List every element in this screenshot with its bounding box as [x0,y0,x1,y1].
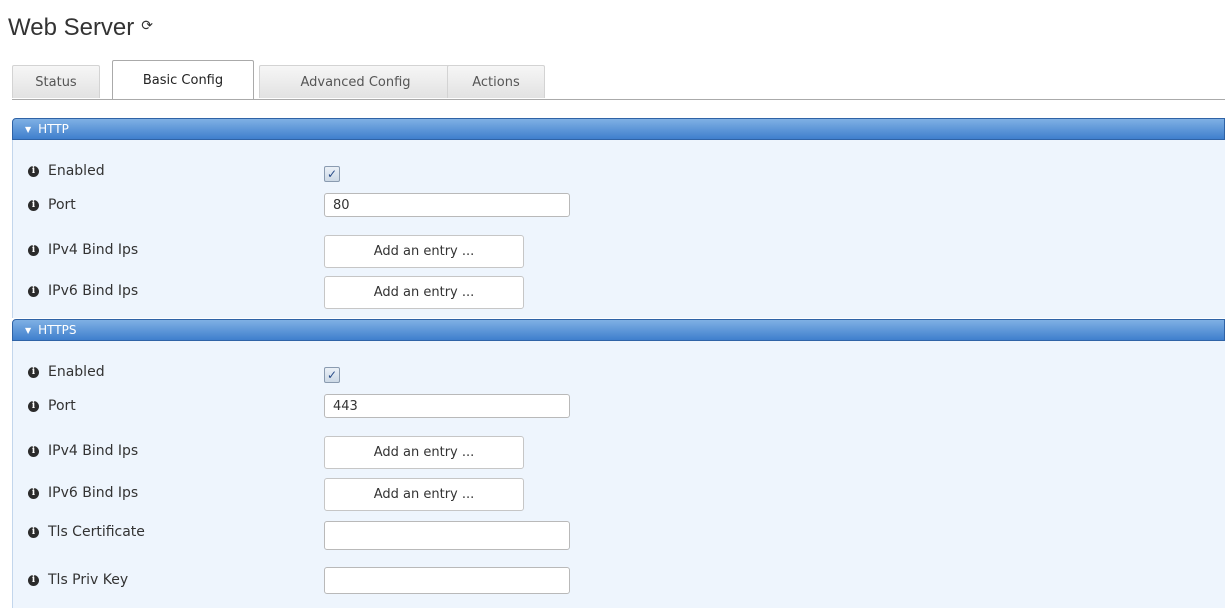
page-title-text: Web Server [8,14,135,41]
https-enabled-label: Enabled [48,364,105,380]
http-section-body: i Enabled ✓ i Port i IPv4 Bind Ips Add a… [12,140,1225,318]
tab-actions[interactable]: Actions [447,65,545,98]
refresh-icon[interactable]: ⟳ [141,17,153,34]
http-enabled-label: Enabled [48,163,105,179]
tab-status[interactable]: Status [12,65,100,98]
https-section-title: HTTPS [38,323,77,337]
https-section-header[interactable]: ▼ HTTPS [12,319,1225,341]
info-icon[interactable]: i [28,488,39,499]
https-ipv4-add-entry-button[interactable]: Add an entry ... [324,436,524,469]
https-enabled-row: i Enabled ✓ [13,363,1225,387]
http-port-label: Port [48,197,76,213]
http-enabled-row: i Enabled ✓ [13,162,1225,186]
https-ipv6-row: i IPv6 Bind Ips Add an entry ... [13,478,1225,511]
https-ipv4-label: IPv4 Bind Ips [48,443,139,459]
info-icon[interactable]: i [28,245,39,256]
http-ipv6-add-entry-button[interactable]: Add an entry ... [324,276,524,309]
https-key-input[interactable] [324,567,570,594]
http-section-header[interactable]: ▼ HTTP [12,118,1225,140]
https-ipv6-add-entry-button[interactable]: Add an entry ... [324,478,524,511]
info-icon[interactable]: i [28,166,39,177]
http-section-title: HTTP [38,122,69,136]
info-icon[interactable]: i [28,446,39,457]
info-icon[interactable]: i [28,367,39,378]
https-ipv4-row: i IPv4 Bind Ips Add an entry ... [13,436,1225,469]
http-ipv4-add-entry-button[interactable]: Add an entry ... [324,235,524,268]
info-icon[interactable]: i [28,527,39,538]
https-ipv6-label: IPv6 Bind Ips [48,485,139,501]
tab-basic-config[interactable]: Basic Config [112,60,254,99]
https-enabled-checkbox[interactable]: ✓ [324,367,340,383]
https-port-input[interactable] [324,394,570,418]
https-key-label: Tls Priv Key [48,572,129,588]
https-port-row: i Port [13,394,1225,421]
http-ipv4-row: i IPv4 Bind Ips Add an entry ... [13,235,1225,268]
caret-down-icon: ▼ [25,124,32,134]
http-enabled-checkbox[interactable]: ✓ [324,166,340,182]
https-cert-input[interactable] [324,521,570,550]
info-icon[interactable]: i [28,200,39,211]
caret-down-icon: ▼ [25,325,32,335]
http-port-input[interactable] [324,193,570,217]
https-cert-label: Tls Certificate [48,524,145,540]
tab-bar: Status Basic Config Advanced Config Acti… [12,60,1225,100]
https-cert-row: i Tls Certificate [13,521,1225,550]
info-icon[interactable]: i [28,286,39,297]
http-ipv4-label: IPv4 Bind Ips [48,242,139,258]
http-port-row: i Port [13,193,1225,220]
https-section-body: i Enabled ✓ i Port i IPv4 Bind Ips Add a… [12,341,1225,608]
https-port-label: Port [48,398,76,414]
tab-advanced-config[interactable]: Advanced Config [259,65,452,98]
page-title: Web Server ⟳ [8,14,153,42]
https-key-row: i Tls Priv Key [13,567,1225,595]
http-ipv6-row: i IPv6 Bind Ips Add an entry ... [13,276,1225,309]
http-ipv6-label: IPv6 Bind Ips [48,283,139,299]
info-icon[interactable]: i [28,575,39,586]
info-icon[interactable]: i [28,401,39,412]
